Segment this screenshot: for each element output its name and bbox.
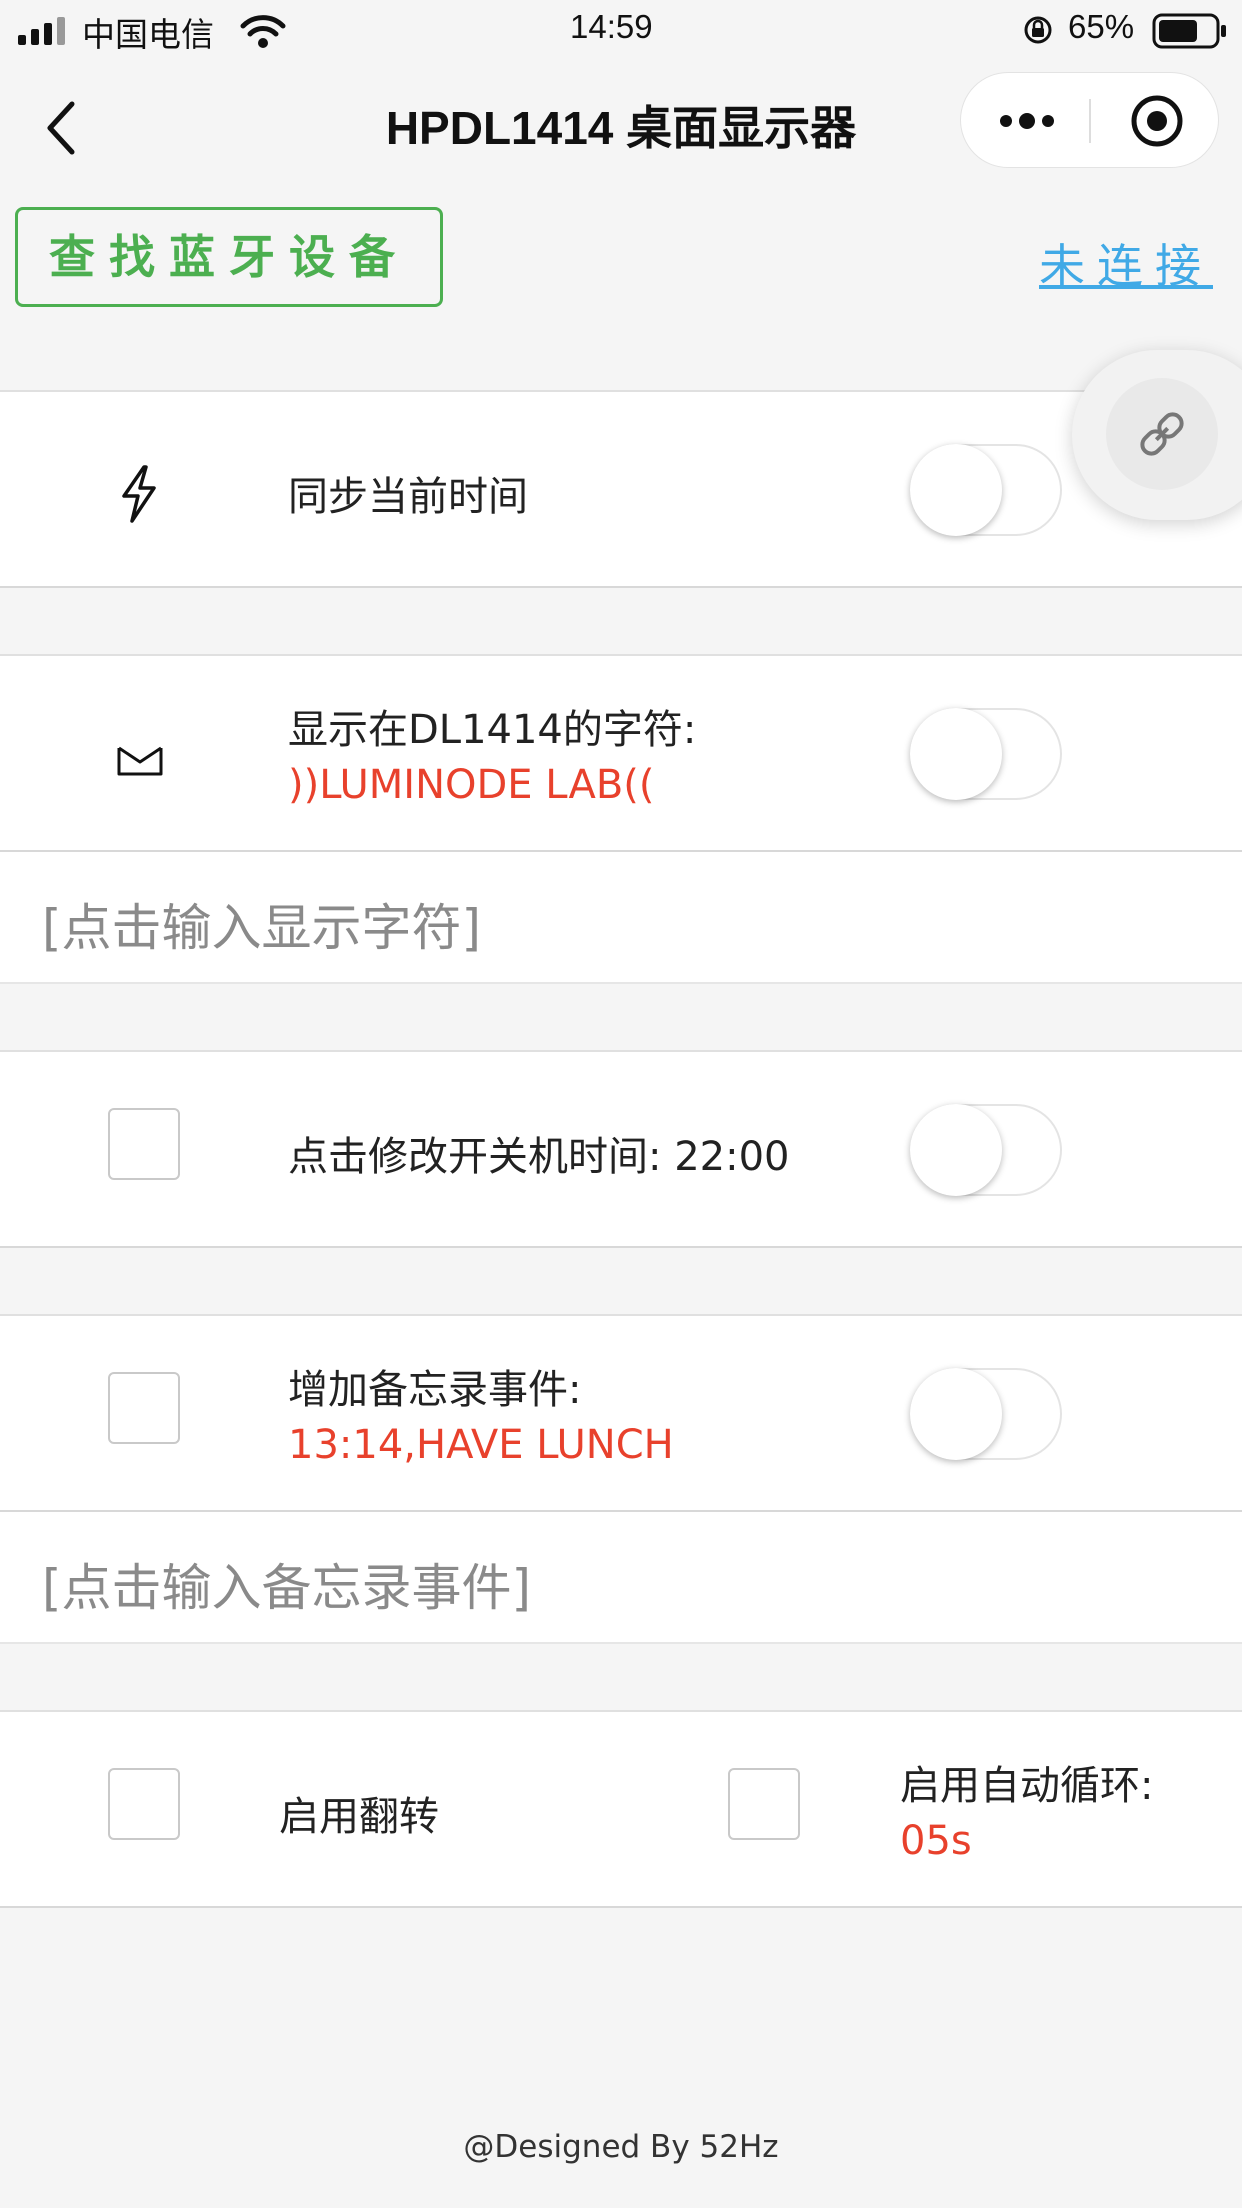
floating-link-inner [1106, 378, 1218, 490]
auto-cycle-value[interactable]: 05s [900, 1818, 972, 1864]
power-time-checkbox[interactable] [108, 1108, 180, 1180]
mail-icon [117, 746, 163, 776]
link-icon [1140, 412, 1184, 456]
find-bluetooth-button[interactable]: 查找蓝牙设备 [15, 207, 443, 307]
sync-time-label: 同步当前时间 [288, 474, 528, 520]
flip-label: 启用翻转 [279, 1794, 439, 1840]
display-text-label: 显示在DL1414的字符: [288, 707, 697, 753]
auto-cycle-label: 启用自动循环: [900, 1763, 1154, 1809]
status-bar: 中国电信 14:59 65% [0, 0, 1242, 62]
mini-program-capsule [960, 72, 1219, 168]
auto-cycle-checkbox[interactable] [728, 1768, 800, 1840]
footer-credit: @Designed By 52Hz [463, 2129, 779, 2165]
carrier-name: 中国电信 [82, 16, 214, 53]
memo-label: 增加备忘录事件: [288, 1367, 582, 1413]
toggle-knob [910, 444, 1002, 536]
orientation-lock-icon [1024, 16, 1052, 44]
battery-percent: 65% [1068, 8, 1135, 45]
options-row: 启用翻转 启用自动循环: 05s [0, 1710, 1242, 1908]
memo-value: 13:14,HAVE LUNCH [288, 1422, 674, 1468]
more-icon[interactable] [997, 103, 1057, 139]
display-text-value: ))LUMINODE LAB(( [288, 762, 655, 808]
floating-link-button[interactable] [1072, 350, 1242, 520]
power-time-label[interactable]: 点击修改开关机时间: 22:00 [288, 1124, 789, 1182]
capsule-divider [1089, 99, 1091, 143]
connection-status-link[interactable]: 未连接 [1039, 230, 1213, 296]
display-text-row: 显示在DL1414的字符: ))LUMINODE LAB(( [0, 654, 1242, 852]
display-text-input[interactable]: [点击输入显示字符] [0, 852, 1242, 984]
memo-input[interactable]: [点击输入备忘录事件] [0, 1512, 1242, 1644]
display-text-placeholder: [点击输入显示字符] [42, 899, 482, 957]
toggle-knob [910, 1104, 1002, 1196]
sync-time-row: 同步当前时间 [0, 390, 1242, 588]
power-time-row: 点击修改开关机时间: 22:00 [0, 1050, 1242, 1248]
memo-toggle[interactable] [910, 1368, 1062, 1460]
memo-checkbox[interactable] [108, 1372, 180, 1444]
signal-icon [18, 17, 65, 45]
power-time-toggle[interactable] [910, 1104, 1062, 1196]
display-text-toggle[interactable] [910, 708, 1062, 800]
memo-row: 增加备忘录事件: 13:14,HAVE LUNCH [0, 1314, 1242, 1512]
flip-checkbox[interactable] [108, 1768, 180, 1840]
sync-time-toggle[interactable] [910, 444, 1062, 536]
battery-icon [1152, 13, 1226, 49]
toggle-knob [910, 1368, 1002, 1460]
memo-placeholder: [点击输入备忘录事件] [42, 1559, 532, 1617]
wifi-icon [240, 15, 286, 48]
clock: 14:59 [570, 8, 653, 45]
lightning-icon [122, 465, 156, 523]
close-program-icon[interactable] [1129, 93, 1185, 149]
toggle-knob [910, 708, 1002, 800]
